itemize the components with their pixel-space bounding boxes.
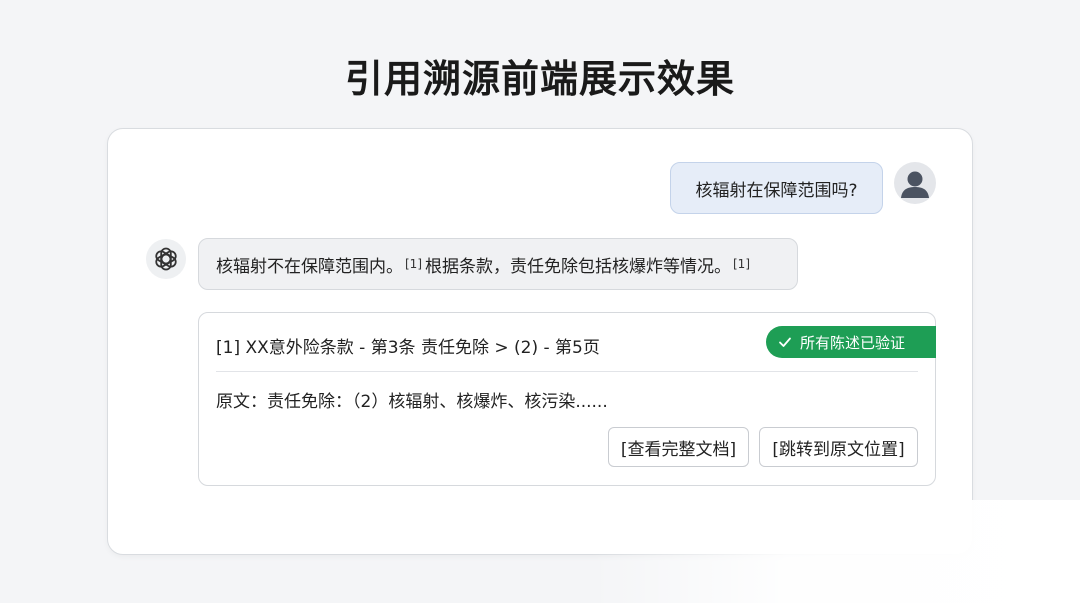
citation-marker-2[interactable]: [1] — [733, 257, 750, 271]
openai-logo-icon — [155, 247, 177, 271]
check-icon — [778, 335, 792, 349]
page-title: 引用溯源前端展示效果 — [344, 57, 735, 101]
bot-message-bubble: 核辐射不在保障范围内。 [1] 根据条款，责任免除包括核爆炸等情况。 [1] — [198, 238, 798, 290]
person-icon — [901, 171, 929, 198]
bot-message-part2: 根据条款，责任免除包括核爆炸等情况。 — [425, 256, 731, 277]
divider — [216, 371, 918, 372]
user-message-text: 核辐射在保障范围吗? — [695, 180, 858, 201]
bot-message-part1: 核辐射不在保障范围内。 — [216, 256, 403, 277]
chat-card: 核辐射在保障范围吗? 核辐射不在保障范围内。 [1] 根据条款，责任免除包括核爆… — [107, 128, 973, 555]
verified-badge: 所有陈述已验证 — [766, 326, 936, 358]
view-full-document-button[interactable]: [查看完整文档] — [608, 427, 749, 467]
citation-source-card: [1] XX意外险条款 - 第3条 责任免除 > (2) - 第5页 所有陈述已… — [198, 312, 936, 486]
user-message-bubble: 核辐射在保障范围吗? — [670, 162, 883, 214]
source-excerpt: 原文：责任免除：（2）核辐射、核爆炸、核污染...... — [216, 392, 608, 412]
source-title: [1] XX意外险条款 - 第3条 责任免除 > (2) - 第5页 — [216, 338, 600, 358]
jump-to-source-button[interactable]: [跳转到原文位置] — [759, 427, 918, 467]
verified-label: 所有陈述已验证 — [800, 333, 906, 352]
bot-avatar — [146, 239, 186, 279]
user-avatar — [894, 162, 936, 204]
citation-marker-1[interactable]: [1] — [405, 257, 422, 271]
